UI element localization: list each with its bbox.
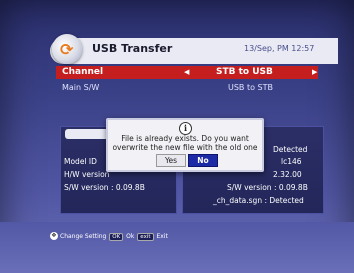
dialog-message-line1: File is already exists. Do you want [121,134,249,143]
sw-version-label: S/W version : 0.09.8B [64,183,145,192]
footer-hints: Change Setting OK Ok exit Exit [60,233,168,241]
ch-data-status: _ch_data.sgn : Detected [213,196,304,205]
model-id-label: Model ID [64,157,97,166]
channel-label: Channel [62,67,104,77]
model-id-value: lc146 [281,157,302,166]
no-button[interactable]: No [188,154,218,167]
overwrite-dialog: i File is already exists. Do you want ov… [106,118,264,172]
footer-bar [0,222,354,273]
change-setting-hint: Change Setting [60,233,107,240]
arrow-right-icon[interactable]: ▶ [312,66,317,79]
detected-status: Detected [273,145,308,154]
datetime: 13/Sep, PM 12:57 [244,44,315,53]
usb-sw-version: S/W version : 0.09.8B [227,183,308,192]
hw-version-value: 2.32.00 [273,170,302,179]
menu-row-main-sw[interactable]: Main S/W USB to STB [56,81,318,94]
ok-key-icon: OK [109,233,124,241]
channel-value: STB to USB [216,67,273,77]
hw-version-label: H/W version [64,170,110,179]
navigate-icon: ❖ [50,232,58,240]
yes-button[interactable]: Yes [156,154,186,167]
menu-row-channel[interactable]: Channel ◀ STB to USB ▶ [56,66,318,79]
transfer-icon: ⟳ [60,40,74,59]
page-title: USB Transfer [92,42,173,55]
main-sw-value: USB to STB [228,83,273,92]
exit-hint: Exit [156,233,168,240]
main-sw-label: Main S/W [62,83,100,92]
arrow-left-icon[interactable]: ◀ [184,66,189,79]
dialog-message-line2: overwrite the new file with the old one [112,143,258,152]
ok-hint: Ok [126,233,135,240]
exit-key-icon: exit [137,233,154,241]
